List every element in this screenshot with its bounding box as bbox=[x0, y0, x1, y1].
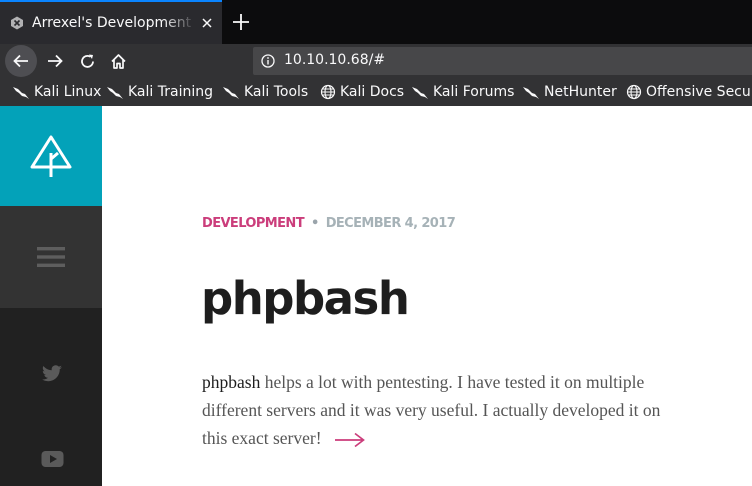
bookmark-label: NetHunter bbox=[544, 84, 617, 100]
new-tab-icon[interactable] bbox=[230, 11, 252, 33]
twitter-icon[interactable] bbox=[41, 365, 63, 383]
bookmark-kali-training[interactable]: Kali Training bbox=[106, 82, 213, 102]
url-text: 10.10.10.68/# bbox=[284, 52, 386, 68]
menu-toggle-button[interactable] bbox=[0, 206, 102, 308]
reload-icon bbox=[80, 54, 94, 68]
post-category-link[interactable]: DEVELOPMENT bbox=[202, 216, 305, 231]
address-bar[interactable]: 10.10.10.68/# bbox=[253, 47, 752, 75]
tab-strip: Arrexel's Development Site bbox=[0, 0, 752, 44]
bookmark-label: Kali Linux bbox=[34, 84, 102, 100]
youtube-icon[interactable] bbox=[41, 450, 64, 468]
bookmarks-toolbar: Kali Linux Kali Training Kali Tools Kali… bbox=[0, 78, 752, 106]
post-excerpt: phpbash helps a lot with pentesting. I h… bbox=[202, 368, 682, 452]
tab-title: Arrexel's Development Site bbox=[32, 15, 196, 31]
forward-button[interactable] bbox=[39, 45, 71, 77]
close-tab-icon[interactable] bbox=[199, 15, 215, 31]
back-button[interactable] bbox=[5, 45, 37, 77]
read-more-arrow-icon[interactable] bbox=[334, 432, 366, 448]
reload-button[interactable] bbox=[71, 45, 103, 77]
home-icon bbox=[110, 53, 126, 69]
navigation-toolbar: 10.10.10.68/# bbox=[0, 44, 752, 78]
site-logo-icon bbox=[30, 135, 72, 177]
kali-dragon-icon bbox=[223, 87, 239, 99]
bookmark-kali-linux[interactable]: Kali Linux bbox=[12, 82, 101, 102]
hamburger-menu-icon bbox=[37, 247, 65, 267]
kali-dragon-icon bbox=[412, 87, 428, 99]
kali-dragon-icon bbox=[13, 87, 29, 99]
post-date[interactable]: DECEMBER 4, 2017 bbox=[326, 216, 456, 231]
excerpt-text: helps a lot with pentesting. I have test… bbox=[202, 372, 661, 448]
home-button[interactable] bbox=[102, 45, 134, 77]
post-meta: DEVELOPMENT • DECEMBER 4, 2017 bbox=[202, 216, 456, 231]
bookmark-kali-docs[interactable]: Kali Docs bbox=[320, 82, 404, 102]
globe-icon bbox=[626, 84, 642, 100]
site-logo-link[interactable] bbox=[0, 106, 102, 206]
forward-arrow-icon bbox=[48, 54, 63, 68]
main-content: DEVELOPMENT • DECEMBER 4, 2017 phpbash php… bbox=[102, 106, 752, 486]
tab-favicon bbox=[11, 16, 23, 30]
bookmark-label: Kali Docs bbox=[340, 84, 405, 100]
bookmark-kali-forums[interactable]: Kali Forums bbox=[411, 82, 514, 102]
back-arrow-icon bbox=[13, 54, 28, 68]
bookmark-label: Kali Training bbox=[128, 84, 213, 100]
post-title-link[interactable]: phpbash bbox=[201, 276, 410, 321]
bookmark-label: Kali Tools bbox=[244, 84, 309, 100]
excerpt-bold-word: phpbash bbox=[202, 372, 261, 392]
kali-dragon-icon bbox=[523, 87, 539, 99]
site-sidebar bbox=[0, 106, 102, 486]
bookmark-nethunter[interactable]: NetHunter bbox=[522, 82, 617, 102]
bookmark-label: Offensive Security bbox=[646, 84, 752, 100]
globe-icon bbox=[320, 84, 336, 100]
active-tab[interactable]: Arrexel's Development Site bbox=[0, 0, 222, 44]
bookmark-offensive-security[interactable]: Offensive Security bbox=[626, 82, 752, 102]
site-info-icon[interactable] bbox=[261, 54, 275, 68]
bookmark-kali-tools[interactable]: Kali Tools bbox=[222, 82, 308, 102]
kali-dragon-icon bbox=[107, 87, 123, 99]
meta-separator: • bbox=[310, 216, 319, 231]
bookmark-label: Kali Forums bbox=[433, 84, 515, 100]
